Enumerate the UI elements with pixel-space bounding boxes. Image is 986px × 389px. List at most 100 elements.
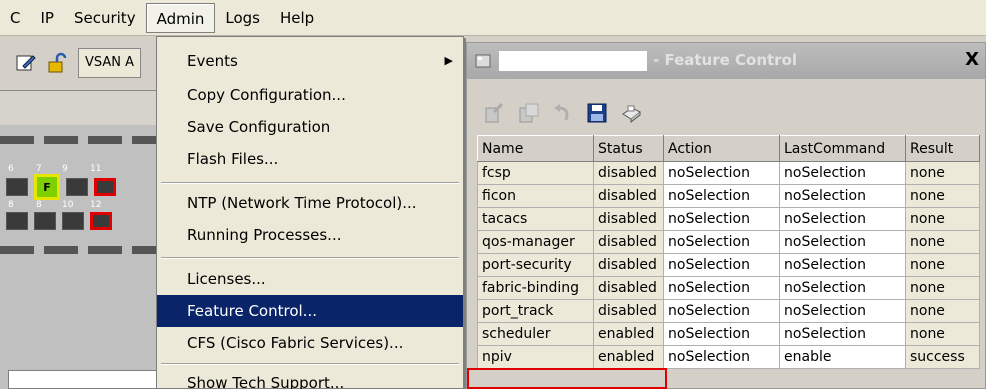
table-row[interactable]: scheduler enabled noSelection noSelection no… (477, 322, 980, 346)
cell-name: tacacs (477, 207, 594, 231)
menu-item-ntp[interactable]: NTP (Network Time Protocol)... (157, 187, 463, 219)
cell-result: none (905, 161, 980, 185)
table-row[interactable]: port_track disabled noSelection noSelection… (477, 299, 980, 323)
cell-action[interactable]: noSelection (663, 276, 780, 300)
switch-port[interactable] (6, 178, 28, 196)
table-row[interactable]: ficon disabled noSelection noSelection none (477, 184, 980, 208)
switch-port[interactable] (66, 178, 88, 196)
table-row[interactable]: fabric-binding disabled noSelection noSelec… (477, 276, 980, 300)
port-number-label: 8 (8, 200, 14, 210)
feature-table: Name Status Action LastCommand Result fc… (477, 135, 980, 369)
menu-bar: C IP Security Admin Logs Help (0, 0, 986, 36)
cell-result: none (905, 276, 980, 300)
feature-control-window: - Feature Control X Name Status Action L… (466, 42, 986, 389)
edit-icon[interactable] (14, 51, 38, 75)
undo-icon[interactable] (551, 101, 575, 125)
cell-lastcommand: noSelection (779, 207, 906, 231)
menu-item-security[interactable]: Security (64, 3, 146, 33)
menu-item-help[interactable]: Help (270, 3, 324, 33)
cell-result: none (905, 299, 980, 323)
cell-action[interactable]: noSelection (663, 161, 780, 185)
main-toolbar: VSAN A (0, 38, 168, 88)
cell-action[interactable]: noSelection (663, 322, 780, 346)
switch-port-error[interactable] (94, 178, 116, 196)
cell-result: none (905, 253, 980, 277)
menu-item-logs[interactable]: Logs (215, 3, 270, 33)
table-row[interactable]: fcsp disabled noSelection noSelection none (477, 161, 980, 185)
column-header-action[interactable]: Action (663, 135, 780, 162)
switch-port[interactable] (34, 212, 56, 230)
cell-status: disabled (593, 276, 664, 300)
port-number-label: 12 (90, 200, 102, 210)
window-title: - Feature Control (653, 51, 798, 69)
menu-item-licenses[interactable]: Licenses... (157, 263, 463, 295)
close-icon[interactable]: X (965, 49, 979, 70)
column-header-status[interactable]: Status (593, 135, 664, 162)
table-row[interactable]: tacacs disabled noSelection noSelection none (477, 207, 980, 231)
port-number-label: 7 (36, 164, 42, 174)
window-title-bar[interactable]: - Feature Control X (467, 43, 985, 79)
switch-port-row-bottom (6, 212, 112, 230)
fc-port-label: F (43, 180, 51, 194)
column-header-lastcommand[interactable]: LastCommand (779, 135, 906, 162)
create-icon[interactable] (517, 101, 541, 125)
cell-action[interactable]: noSelection (663, 230, 780, 254)
cell-name: fabric-binding (477, 276, 594, 300)
redacted-title (499, 51, 647, 71)
save-icon[interactable] (585, 101, 609, 125)
cell-action[interactable]: noSelection (663, 345, 780, 369)
cell-result: success (905, 345, 980, 369)
cell-action[interactable]: noSelection (663, 299, 780, 323)
cell-name: ficon (477, 184, 594, 208)
menu-item-copy-configuration[interactable]: Copy Configuration... (157, 79, 463, 111)
menu-item-c[interactable]: C (0, 3, 30, 33)
menu-item-admin[interactable]: Admin (145, 2, 216, 33)
menu-item-running-processes[interactable]: Running Processes... (157, 219, 463, 251)
switch-port[interactable] (62, 212, 84, 230)
menu-separator (161, 257, 459, 259)
cell-status: enabled (593, 322, 664, 346)
cell-lastcommand: noSelection (779, 230, 906, 254)
menu-separator (161, 182, 459, 184)
column-header-name[interactable]: Name (477, 135, 594, 162)
cell-action[interactable]: noSelection (663, 184, 780, 208)
cell-name: qos-manager (477, 230, 594, 254)
menu-item-feature-control[interactable]: Feature Control... (157, 295, 463, 327)
menu-item-flash-files[interactable]: Flash Files... (157, 143, 463, 175)
cell-lastcommand: noSelection (779, 299, 906, 323)
cell-lastcommand: noSelection (779, 322, 906, 346)
menu-item-save-configuration[interactable]: Save Configuration (157, 111, 463, 143)
switch-port-fc[interactable]: F (34, 174, 60, 200)
cell-lastcommand: enable (779, 345, 906, 369)
switch-bottom-bars (0, 246, 166, 254)
switch-top-bars (0, 136, 166, 144)
cell-name: scheduler (477, 322, 594, 346)
menu-item-show-tech-support[interactable]: Show Tech Support... (157, 367, 463, 389)
column-header-result[interactable]: Result (905, 135, 980, 162)
cell-lastcommand: noSelection (779, 276, 906, 300)
cell-status: disabled (593, 207, 664, 231)
print-icon[interactable] (619, 101, 643, 125)
vsan-button[interactable]: VSAN A (78, 48, 142, 78)
cell-lastcommand: noSelection (779, 161, 906, 185)
port-number-label: 11 (90, 164, 102, 174)
cell-name: fcsp (477, 161, 594, 185)
switch-port[interactable] (6, 212, 28, 230)
cell-result: none (905, 184, 980, 208)
port-number-label: 6 (8, 164, 14, 174)
unlock-icon[interactable] (44, 51, 68, 75)
table-row[interactable]: npiv enabled noSelection enable success (477, 345, 980, 369)
cell-status: disabled (593, 184, 664, 208)
table-row[interactable]: port-security disabled noSelection noSelect… (477, 253, 980, 277)
table-row[interactable]: qos-manager disabled noSelection noSelectio… (477, 230, 980, 254)
menu-item-ip[interactable]: IP (30, 3, 63, 33)
cell-action[interactable]: noSelection (663, 207, 780, 231)
apply-icon[interactable] (483, 101, 507, 125)
cell-status: enabled (593, 345, 664, 369)
status-field (8, 370, 158, 389)
switch-port-error[interactable] (90, 212, 112, 230)
menu-item-events[interactable]: Events ▶ (157, 45, 463, 77)
admin-menu: Events ▶ Copy Configuration... Save Conf… (156, 36, 464, 389)
menu-item-cfs[interactable]: CFS (Cisco Fabric Services)... (157, 327, 463, 359)
cell-action[interactable]: noSelection (663, 253, 780, 277)
